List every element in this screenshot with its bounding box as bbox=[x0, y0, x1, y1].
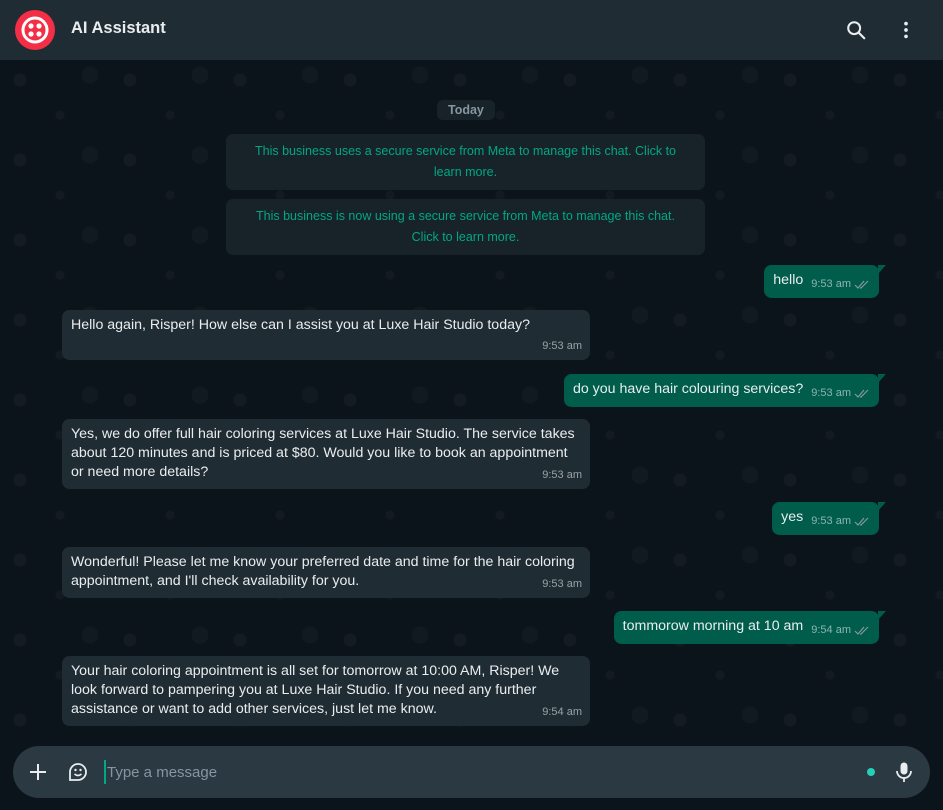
message-input[interactable] bbox=[104, 760, 844, 784]
message-bubble-outgoing[interactable]: hello 9:53 am bbox=[764, 265, 886, 298]
message-text: yes bbox=[781, 509, 804, 525]
search-button[interactable] bbox=[841, 15, 871, 45]
message-time: 9:53 am bbox=[542, 578, 582, 590]
plus-icon bbox=[30, 764, 46, 780]
system-message[interactable]: This business is now using a secure serv… bbox=[226, 199, 705, 255]
system-message[interactable]: This business uses a secure service from… bbox=[226, 134, 705, 190]
avatar[interactable] bbox=[15, 10, 55, 50]
message-text: Yes, we do offer full hair coloring serv… bbox=[71, 426, 579, 480]
search-icon bbox=[847, 21, 866, 40]
sticker-icon bbox=[69, 763, 87, 781]
double-check-icon bbox=[854, 517, 869, 526]
voice-message-button[interactable] bbox=[891, 759, 917, 785]
message-text: tommorow morning at 10 am bbox=[622, 618, 804, 634]
chat-header: AI Assistant bbox=[0, 0, 943, 60]
message-bubble-outgoing[interactable]: yes 9:53 am bbox=[772, 502, 886, 535]
message-text: do you have hair colouring services? bbox=[572, 381, 804, 397]
message-time: 9:53 am bbox=[811, 515, 851, 527]
message-text: Hello again, Risper! How else can I assi… bbox=[71, 317, 530, 333]
message-bubble-incoming[interactable]: Hello again, Risper! How else can I assi… bbox=[62, 310, 590, 360]
message-list[interactable]: Today This business uses a secure servic… bbox=[0, 60, 943, 750]
sticker-button[interactable] bbox=[65, 759, 91, 785]
double-check-icon bbox=[854, 389, 869, 398]
twilio-logo-icon bbox=[21, 16, 49, 44]
message-text: hello bbox=[773, 272, 804, 288]
message-composer bbox=[13, 746, 930, 798]
message-bubble-incoming[interactable]: Your hair coloring appointment is all se… bbox=[62, 656, 590, 726]
microphone-icon bbox=[896, 762, 912, 782]
more-vertical-icon bbox=[904, 21, 908, 39]
message-bubble-incoming[interactable]: Wonderful! Please let me know your prefe… bbox=[62, 547, 590, 598]
chat-window: AI Assistant Today This business uses a … bbox=[0, 0, 943, 810]
message-time: 9:53 am bbox=[811, 278, 851, 290]
message-bubble-incoming[interactable]: Yes, we do offer full hair coloring serv… bbox=[62, 419, 590, 489]
menu-button[interactable] bbox=[891, 15, 921, 45]
message-time: 9:53 am bbox=[542, 469, 582, 481]
message-bubble-outgoing[interactable]: tommorow morning at 10 am 9:54 am bbox=[613, 611, 886, 644]
date-divider: Today bbox=[437, 100, 495, 120]
attach-button[interactable] bbox=[25, 759, 51, 785]
message-text: Wonderful! Please let me know your prefe… bbox=[71, 554, 579, 589]
status-dot bbox=[867, 768, 875, 776]
chat-title[interactable]: AI Assistant bbox=[71, 19, 166, 38]
message-time: 9:53 am bbox=[542, 340, 582, 352]
message-text: Your hair coloring appointment is all se… bbox=[71, 663, 564, 717]
message-time: 9:54 am bbox=[542, 706, 582, 718]
message-bubble-outgoing[interactable]: do you have hair colouring services? 9:5… bbox=[563, 374, 886, 407]
message-time: 9:53 am bbox=[811, 387, 851, 399]
double-check-icon bbox=[854, 626, 869, 635]
message-time: 9:54 am bbox=[811, 624, 851, 636]
double-check-icon bbox=[854, 280, 869, 289]
